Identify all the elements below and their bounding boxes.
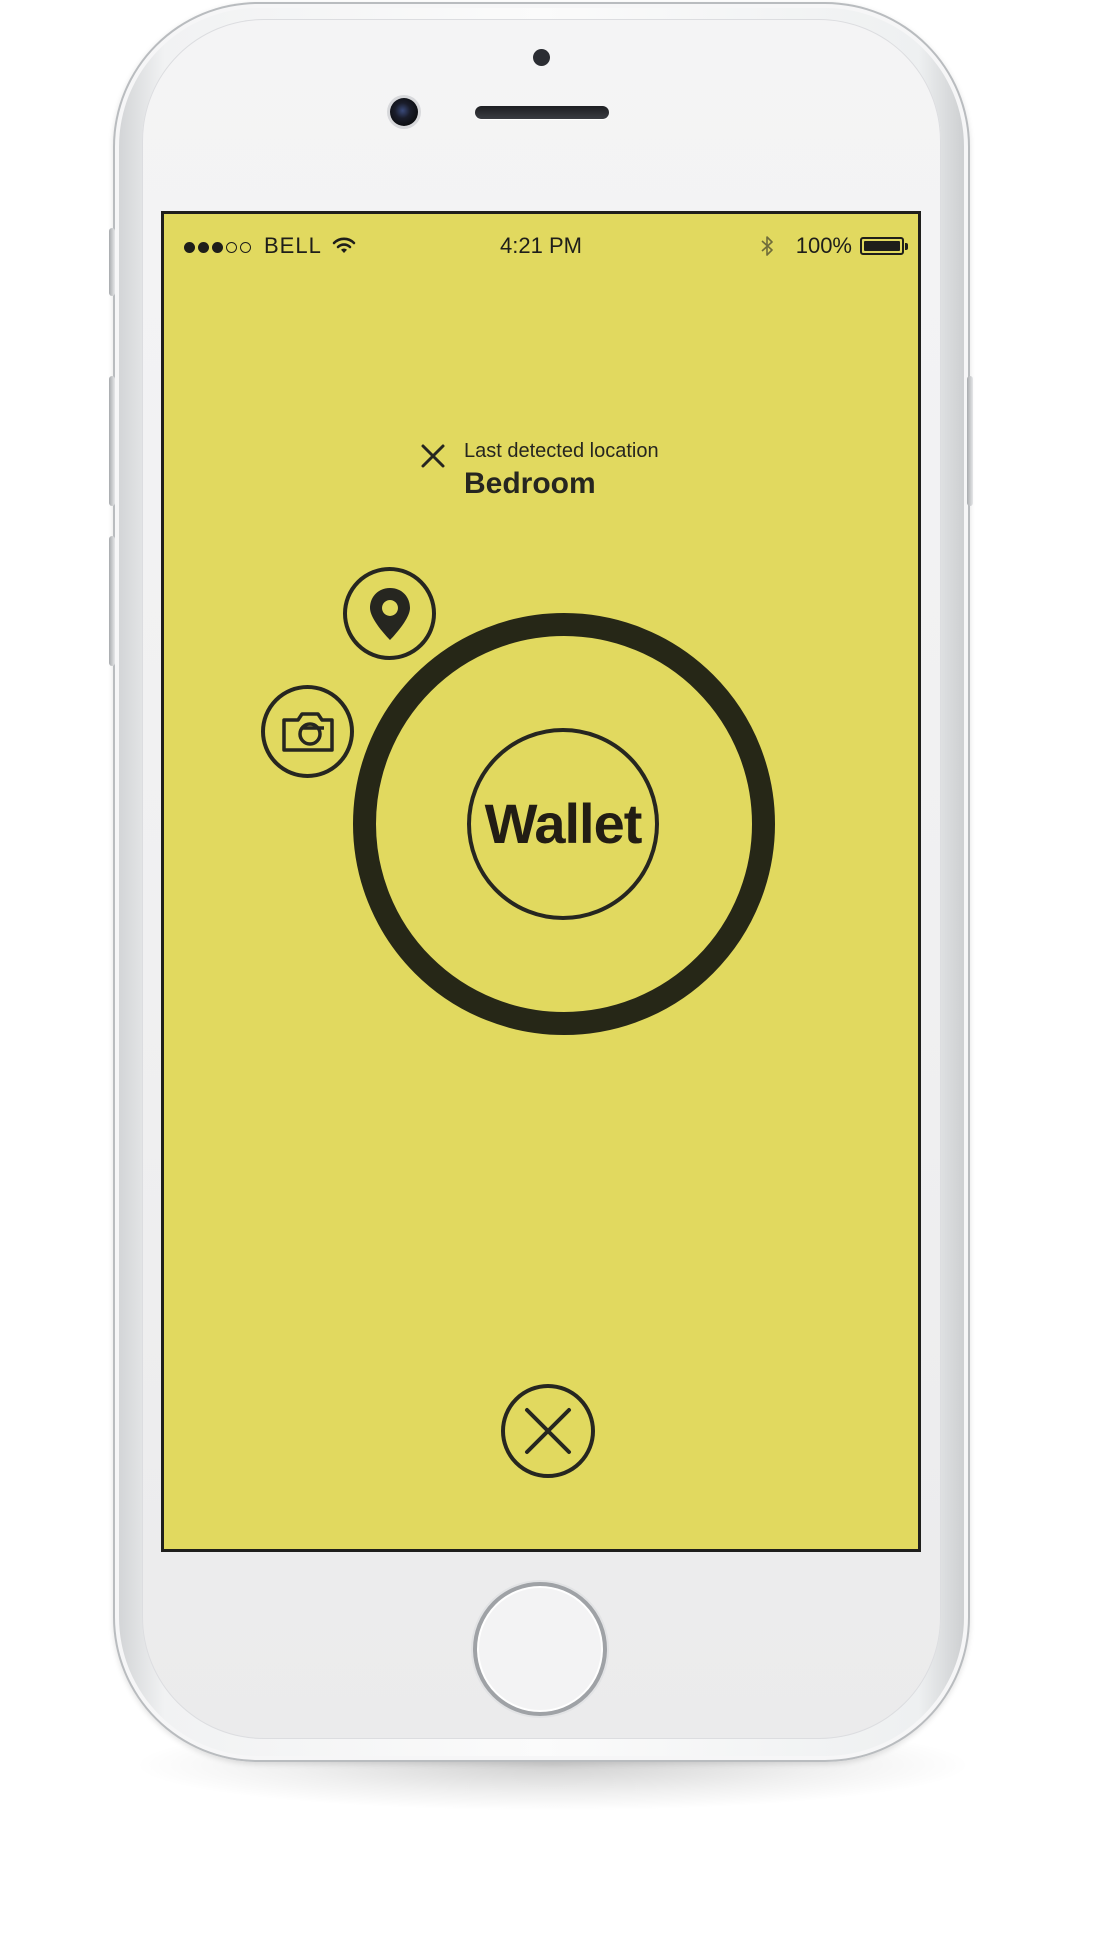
location-value: Bedroom — [464, 467, 596, 500]
status-bar: BELL 4:21 PM 100% — [164, 228, 918, 264]
tracked-item[interactable]: Wallet — [467, 728, 659, 920]
status-right: 100% — [760, 233, 908, 259]
battery-nub — [905, 243, 908, 250]
device-mockup: BELL 4:21 PM 100% Last detected location… — [0, 0, 1105, 1939]
close-circle-icon — [525, 1408, 571, 1454]
battery-icon — [860, 237, 908, 255]
location-caption: Last detected location — [464, 440, 659, 462]
mute-switch — [109, 228, 115, 296]
bluetooth-icon — [761, 236, 773, 256]
power-button — [967, 376, 973, 506]
take-photo-button[interactable] — [261, 685, 354, 778]
camera-icon — [281, 711, 334, 752]
front-camera — [390, 98, 418, 126]
earpiece-speaker — [475, 106, 609, 119]
close-icon[interactable] — [419, 442, 447, 470]
app-screen: BELL 4:21 PM 100% Last detected location… — [161, 211, 921, 1552]
volume-down-button — [109, 536, 115, 666]
proximity-sensor — [533, 49, 550, 66]
map-pin-icon — [369, 587, 410, 640]
item-name: Wallet — [484, 792, 643, 855]
battery-level — [864, 241, 900, 251]
last-location-panel: Last detected location Bedroom — [419, 434, 739, 514]
show-location-button[interactable] — [343, 567, 436, 660]
close-button[interactable] — [501, 1384, 595, 1478]
home-button[interactable] — [473, 1582, 607, 1716]
volume-up-button — [109, 376, 115, 506]
battery-percentage: 100% — [795, 233, 852, 258]
